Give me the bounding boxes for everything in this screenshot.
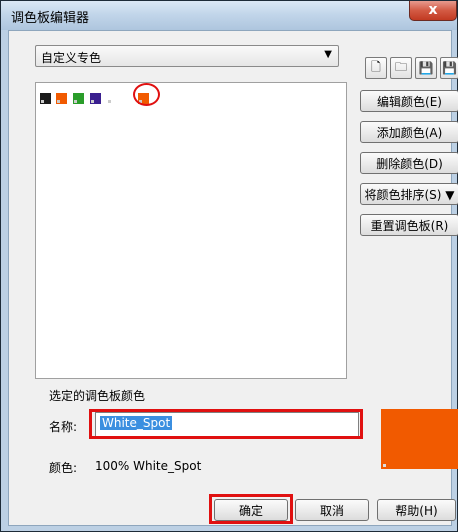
title-bar[interactable]: 调色板编辑器 x xyxy=(1,1,457,30)
save-palette-button[interactable]: 💾 xyxy=(415,57,437,79)
delete-color-button[interactable]: 删除颜色(D) xyxy=(360,152,458,174)
swatch-marker xyxy=(108,100,111,103)
swatch[interactable] xyxy=(56,93,67,104)
cancel-button[interactable]: 取消 xyxy=(295,499,369,521)
palette-dropdown-value: 自定义专色 xyxy=(41,51,102,65)
save-as-icon: 💾 xyxy=(442,61,457,75)
color-label: 颜色: xyxy=(49,461,78,475)
palette-dropdown[interactable]: 自定义专色 ▼ xyxy=(35,45,339,67)
swatch[interactable] xyxy=(40,93,51,104)
open-palette-button[interactable]: 🗀 xyxy=(390,57,412,79)
selected-color-preview xyxy=(381,409,458,469)
window-title: 调色板编辑器 xyxy=(11,11,90,26)
name-field-highlight xyxy=(89,409,363,439)
open-folder-icon: 🗀 xyxy=(394,59,407,74)
ok-button-highlight xyxy=(209,494,293,524)
swatch-marker xyxy=(383,464,386,467)
add-color-button[interactable]: 添加颜色(A) xyxy=(360,121,458,143)
chevron-down-icon: ▼ xyxy=(324,49,332,60)
reset-palette-button[interactable]: 重置调色板(R) xyxy=(360,214,458,236)
selection-highlight-ring xyxy=(133,83,160,106)
swatch-marker xyxy=(41,100,44,103)
new-palette-button[interactable]: 🗋 xyxy=(365,57,387,79)
sort-colors-button[interactable]: 将颜色排序(S) ▼ xyxy=(360,183,458,205)
edit-color-button[interactable]: 编辑颜色(E) xyxy=(360,90,458,112)
color-value: 100% White_Spot xyxy=(95,459,202,473)
save-as-palette-button[interactable]: 💾 xyxy=(440,57,458,79)
help-button[interactable]: 帮助(H) xyxy=(377,499,456,521)
swatch-marker xyxy=(91,100,94,103)
swatch-marker xyxy=(57,100,60,103)
palette-swatch-area[interactable] xyxy=(35,82,347,379)
swatch[interactable] xyxy=(107,93,118,104)
swatch-marker xyxy=(74,100,77,103)
close-button[interactable]: x xyxy=(409,1,457,21)
name-label: 名称: xyxy=(49,420,78,434)
swatch[interactable] xyxy=(90,93,101,104)
save-icon: 💾 xyxy=(418,61,434,75)
swatch[interactable] xyxy=(73,93,84,104)
selected-color-section-title: 选定的调色板颜色 xyxy=(49,389,146,403)
new-palette-icon: 🗋 xyxy=(371,59,381,74)
palette-editor-window: 调色板编辑器 x 自定义专色 ▼ 🗋 🗀 💾 💾 编辑颜色(E) 添加颜色(A)… xyxy=(0,0,458,532)
